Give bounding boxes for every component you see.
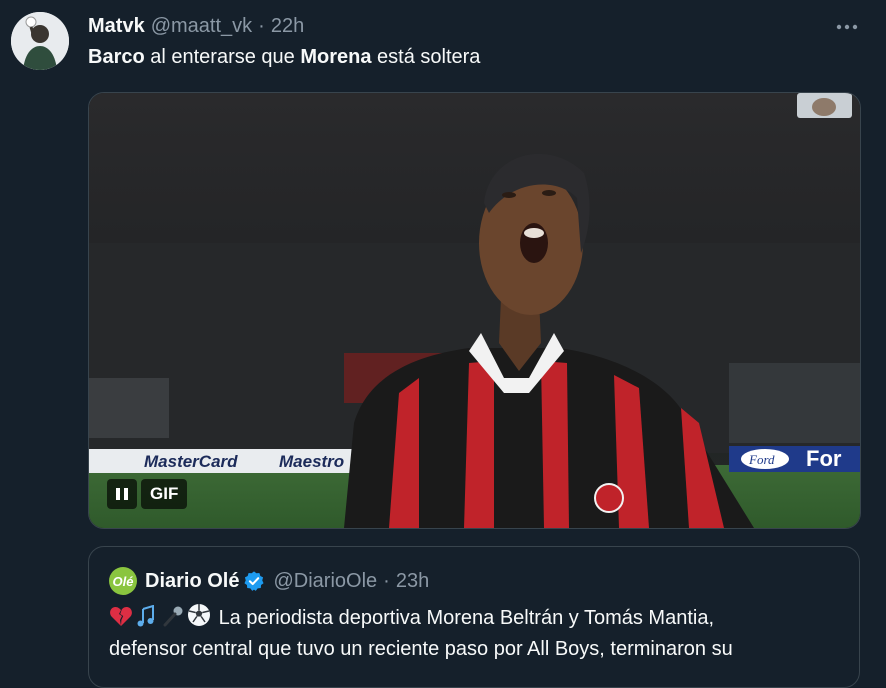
author-avatar[interactable] [11,12,69,70]
banner-ford-logo: Ford [748,452,775,467]
tweet-media-gif[interactable]: MasterCard Maestro Ford For GIF [88,92,861,529]
tweet-text: Barco al enterarse que Morena está solte… [88,46,480,69]
microphone-icon [163,606,183,627]
banner-ford: For [806,446,842,471]
tweet-text-bold-1: Barco [88,46,145,68]
quoted-tweet[interactable]: Olé Diario Olé @DiarioOle · 23h La perio… [88,546,860,688]
verified-badge-icon[interactable] [243,570,265,592]
quoted-tweet-line-2: defensor central que tuvo un reciente pa… [109,638,733,660]
author-name[interactable]: Matvk [88,15,145,38]
gif-controls: GIF [107,478,188,510]
quoted-tweet-line-1: La periodista deportiva Morena Beltrán y… [218,607,715,629]
quoted-separator-dot: · [383,569,390,592]
tweet-text-4: está soltera [371,46,481,68]
tweet-text-2: al enterarse que [144,46,301,68]
quoted-author-name[interactable]: Diario Olé [145,570,239,593]
author-handle[interactable]: @maatt_vk [151,15,252,38]
pause-icon[interactable] [107,479,137,509]
quoted-author-avatar[interactable]: Olé [109,567,137,595]
gif-badge: GIF [141,479,188,509]
separator-dot: · [258,14,265,37]
tweet-text-bold-2: Morena [300,46,372,68]
banner-mastercard: MasterCard [144,452,238,471]
broken-heart-icon [110,607,132,626]
gif-frame: MasterCard Maestro Ford For [89,93,860,528]
music-notes-icon [137,605,154,627]
quoted-tweet-time[interactable]: 23h [396,570,429,593]
quoted-tweet-text: La periodista deportiva Morena Beltrán y… [109,603,849,665]
more-horizontal-icon[interactable] [832,14,862,40]
banner-maestro: Maestro [279,452,344,471]
quoted-tweet-header: Olé Diario Olé @DiarioOle · 23h [109,567,429,595]
quoted-author-handle[interactable]: @DiarioOle [273,570,377,593]
soccer-ball-icon [188,604,210,626]
tweet-header: Matvk @maatt_vk · 22h [88,12,304,40]
tweet-time[interactable]: 22h [271,15,304,38]
